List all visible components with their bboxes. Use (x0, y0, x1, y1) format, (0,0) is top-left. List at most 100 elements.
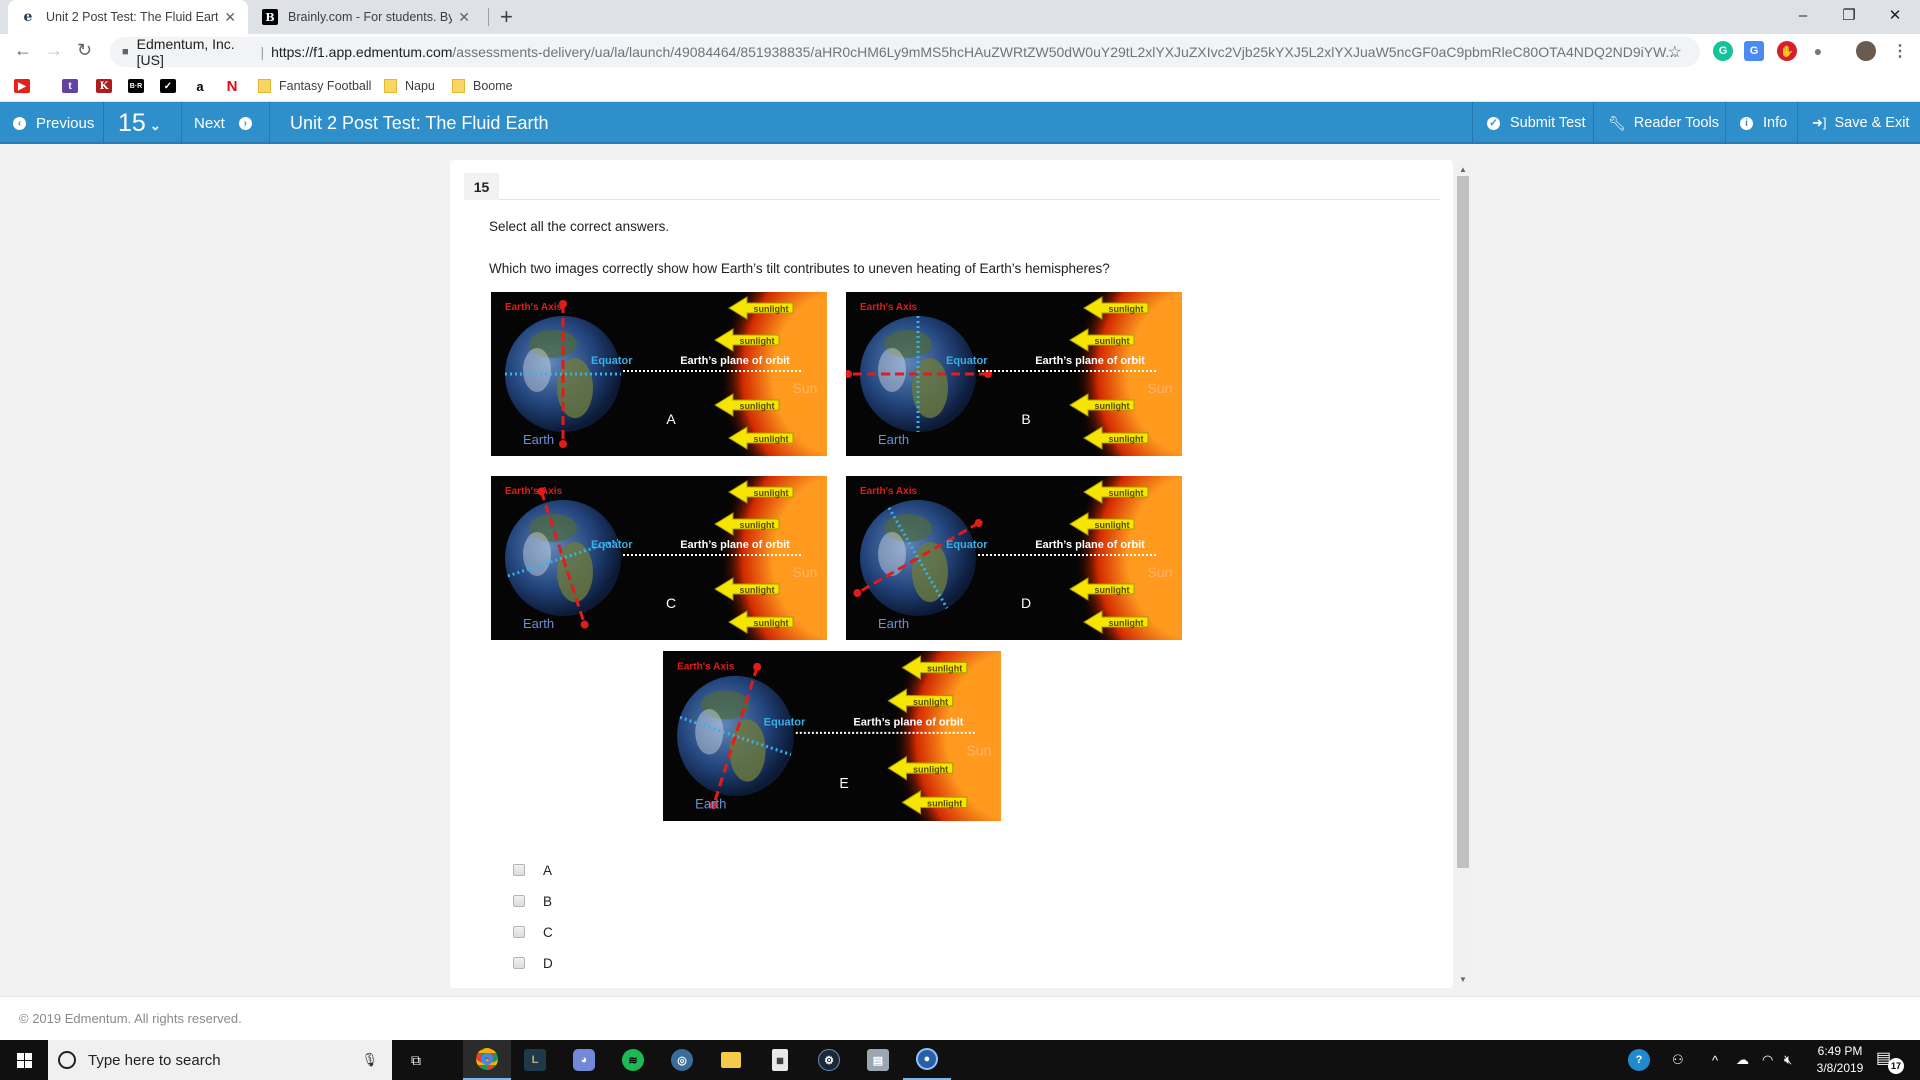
equator-label: Equator (591, 539, 633, 551)
checkbox[interactable] (513, 895, 525, 907)
diagram-image-b: Sun Earth’s plane of orbit Earth's Axis Equ… (846, 292, 1182, 456)
address-bar[interactable]: ■ Edmentum, Inc. [US] | https://f1.app.e… (110, 36, 1700, 68)
wrench-icon: 🔧︎ (1608, 114, 1626, 131)
equator-label: Equator (946, 539, 988, 551)
system-clock[interactable]: 6:49 PM 3/8/2019 (1810, 1043, 1870, 1077)
choice-b[interactable]: B (513, 891, 552, 911)
axis-label: Earth's Axis (505, 486, 562, 497)
previous-label: Previous (36, 114, 95, 132)
previous-button[interactable]: ‹ Previous (0, 102, 104, 144)
bookmark-fantasy-football[interactable]: Fantasy Football (258, 77, 371, 95)
bookmark-netflix[interactable]: N (224, 77, 240, 95)
scrollbar-thumb[interactable] (1457, 176, 1469, 868)
image-letter-label: B (1021, 411, 1030, 427)
diagram-image-e: Sun Earth’s plane of orbit Earth's Axis Equ… (663, 651, 1001, 821)
sun (1046, 292, 1182, 456)
choice-e[interactable]: E (513, 984, 552, 989)
checkbox[interactable] (513, 864, 525, 876)
bookmark-bleacher-report[interactable]: B·R (128, 77, 144, 95)
tab-title: Unit 2 Post Test: The Fluid Earth (46, 10, 219, 24)
checkbox[interactable] (513, 957, 525, 969)
bookmark-star-icon[interactable]: ☆ (1668, 42, 1682, 62)
sunlight-label: sunlight (1109, 434, 1144, 444)
scroll-up-arrow-icon[interactable]: ▲ (1455, 162, 1471, 176)
grammarly-icon[interactable]: G (1713, 41, 1733, 61)
bookmark-twitch[interactable]: t (62, 77, 78, 95)
close-tab-icon[interactable]: ✕ (458, 9, 470, 26)
file-explorer-icon[interactable] (707, 1040, 755, 1080)
folder-icon (452, 79, 465, 93)
arrow-right-circle-icon: › (238, 116, 252, 130)
checkbox[interactable] (513, 926, 525, 938)
sun-label: Sun (1148, 564, 1173, 580)
sunlight-label: sunlight (927, 798, 962, 808)
next-label: Next (194, 114, 225, 132)
chevron-down-icon: ⌄ (149, 118, 161, 133)
bookmark-napu[interactable]: Napu (384, 77, 435, 95)
start-button[interactable] (0, 1040, 48, 1080)
people-icon[interactable]: ⚇ (1672, 1040, 1684, 1080)
forward-button[interactable]: → (45, 40, 63, 61)
choice-label: B (543, 893, 553, 909)
question-selector[interactable]: 15 ⌄ (104, 102, 182, 144)
next-button[interactable]: Next › (182, 102, 270, 144)
nike-icon: ✓ (160, 79, 176, 93)
choice-label: D (543, 955, 553, 971)
calculator-icon[interactable]: ▦ (756, 1040, 804, 1080)
show-hidden-icons-chevron-icon[interactable]: ^ (1712, 1040, 1718, 1080)
bookmark-nike[interactable]: ✓ (160, 77, 176, 95)
lightbulb-icon[interactable]: ● (1808, 41, 1828, 61)
tab-edmentum[interactable]: e Unit 2 Post Test: The Fluid Earth ✕ (8, 0, 248, 34)
scroll-down-arrow-icon[interactable]: ▼ (1455, 972, 1471, 986)
volume-muted-icon[interactable]: 🔇︎ (1784, 1040, 1792, 1080)
diagram-image-a: Sun Earth’s plane of orbit Earth's Axis Equ… (491, 292, 827, 456)
sun (864, 651, 1001, 821)
discord-icon[interactable]: ◕ (560, 1040, 608, 1080)
maximize-button[interactable]: ❐ (1826, 0, 1872, 30)
question-scrollbar[interactable]: ▲ ▼ (1455, 160, 1471, 988)
sun-label: Sun (1148, 380, 1173, 396)
bookmark-youtube[interactable]: ▶ (14, 77, 30, 95)
google-translate-icon[interactable]: G (1744, 41, 1764, 61)
bookmark-amazon[interactable]: a (192, 77, 208, 95)
minimize-button[interactable]: – (1780, 0, 1826, 30)
earth-tilt-diagram: Sun Earth’s plane of orbit Earth's Axis Equ… (491, 292, 827, 456)
save-exit-button[interactable]: ➜] Save & Exit (1798, 102, 1920, 144)
wifi-icon[interactable]: ◠ (1762, 1040, 1773, 1080)
adblock-icon[interactable]: ✋ (1777, 41, 1797, 61)
profile-avatar[interactable] (1856, 41, 1876, 61)
axis-pin (559, 440, 567, 448)
app-icon[interactable]: ● (903, 1040, 951, 1080)
help-icon[interactable]: ? (1628, 1040, 1650, 1080)
system-monitor-icon[interactable]: ▤ (854, 1040, 902, 1080)
onedrive-icon[interactable]: ☁ (1736, 1040, 1749, 1080)
check-circle-icon: ✓ (1487, 116, 1500, 130)
reader-tools-button[interactable]: 🔧︎ Reader Tools (1594, 102, 1726, 144)
task-view-icon[interactable]: ⧉ (392, 1040, 440, 1080)
close-window-button[interactable]: ✕ (1872, 0, 1918, 30)
choice-a[interactable]: A (513, 860, 552, 880)
tab-brainly[interactable]: B Brainly.com - For students. By stu ✕ (250, 0, 482, 34)
action-center-button[interactable]: ▤ 17 (1876, 1048, 1904, 1074)
chrome-icon[interactable] (463, 1040, 511, 1080)
back-button[interactable]: ← (14, 40, 32, 61)
close-tab-icon[interactable]: ✕ (224, 9, 236, 26)
bookmark-boome[interactable]: Boome (452, 77, 513, 95)
steam-icon[interactable]: ⚙ (805, 1040, 853, 1080)
new-tab-button[interactable]: + (500, 4, 513, 30)
submit-test-button[interactable]: ✓ Submit Test (1472, 102, 1594, 144)
spotify-icon[interactable]: ≋ (609, 1040, 657, 1080)
headset-icon[interactable]: ◎ (658, 1040, 706, 1080)
choice-d[interactable]: D (513, 953, 553, 973)
bookmark-label: Fantasy Football (279, 79, 372, 93)
bookmark-k[interactable]: K (96, 77, 112, 95)
choice-c[interactable]: C (513, 922, 553, 942)
microphone-icon[interactable]: 🎙︎ (361, 1052, 378, 1068)
sunlight-label: sunlight (913, 764, 948, 774)
reload-button[interactable]: ↻ (77, 40, 92, 61)
sunlight-label: sunlight (754, 304, 789, 314)
chrome-menu-icon[interactable]: ⋮ (1890, 41, 1910, 61)
league-of-legends-icon[interactable]: L (511, 1040, 559, 1080)
info-button[interactable]: i Info (1726, 102, 1798, 144)
taskbar-search-box[interactable]: Type here to search 🎙︎ (48, 1040, 392, 1080)
